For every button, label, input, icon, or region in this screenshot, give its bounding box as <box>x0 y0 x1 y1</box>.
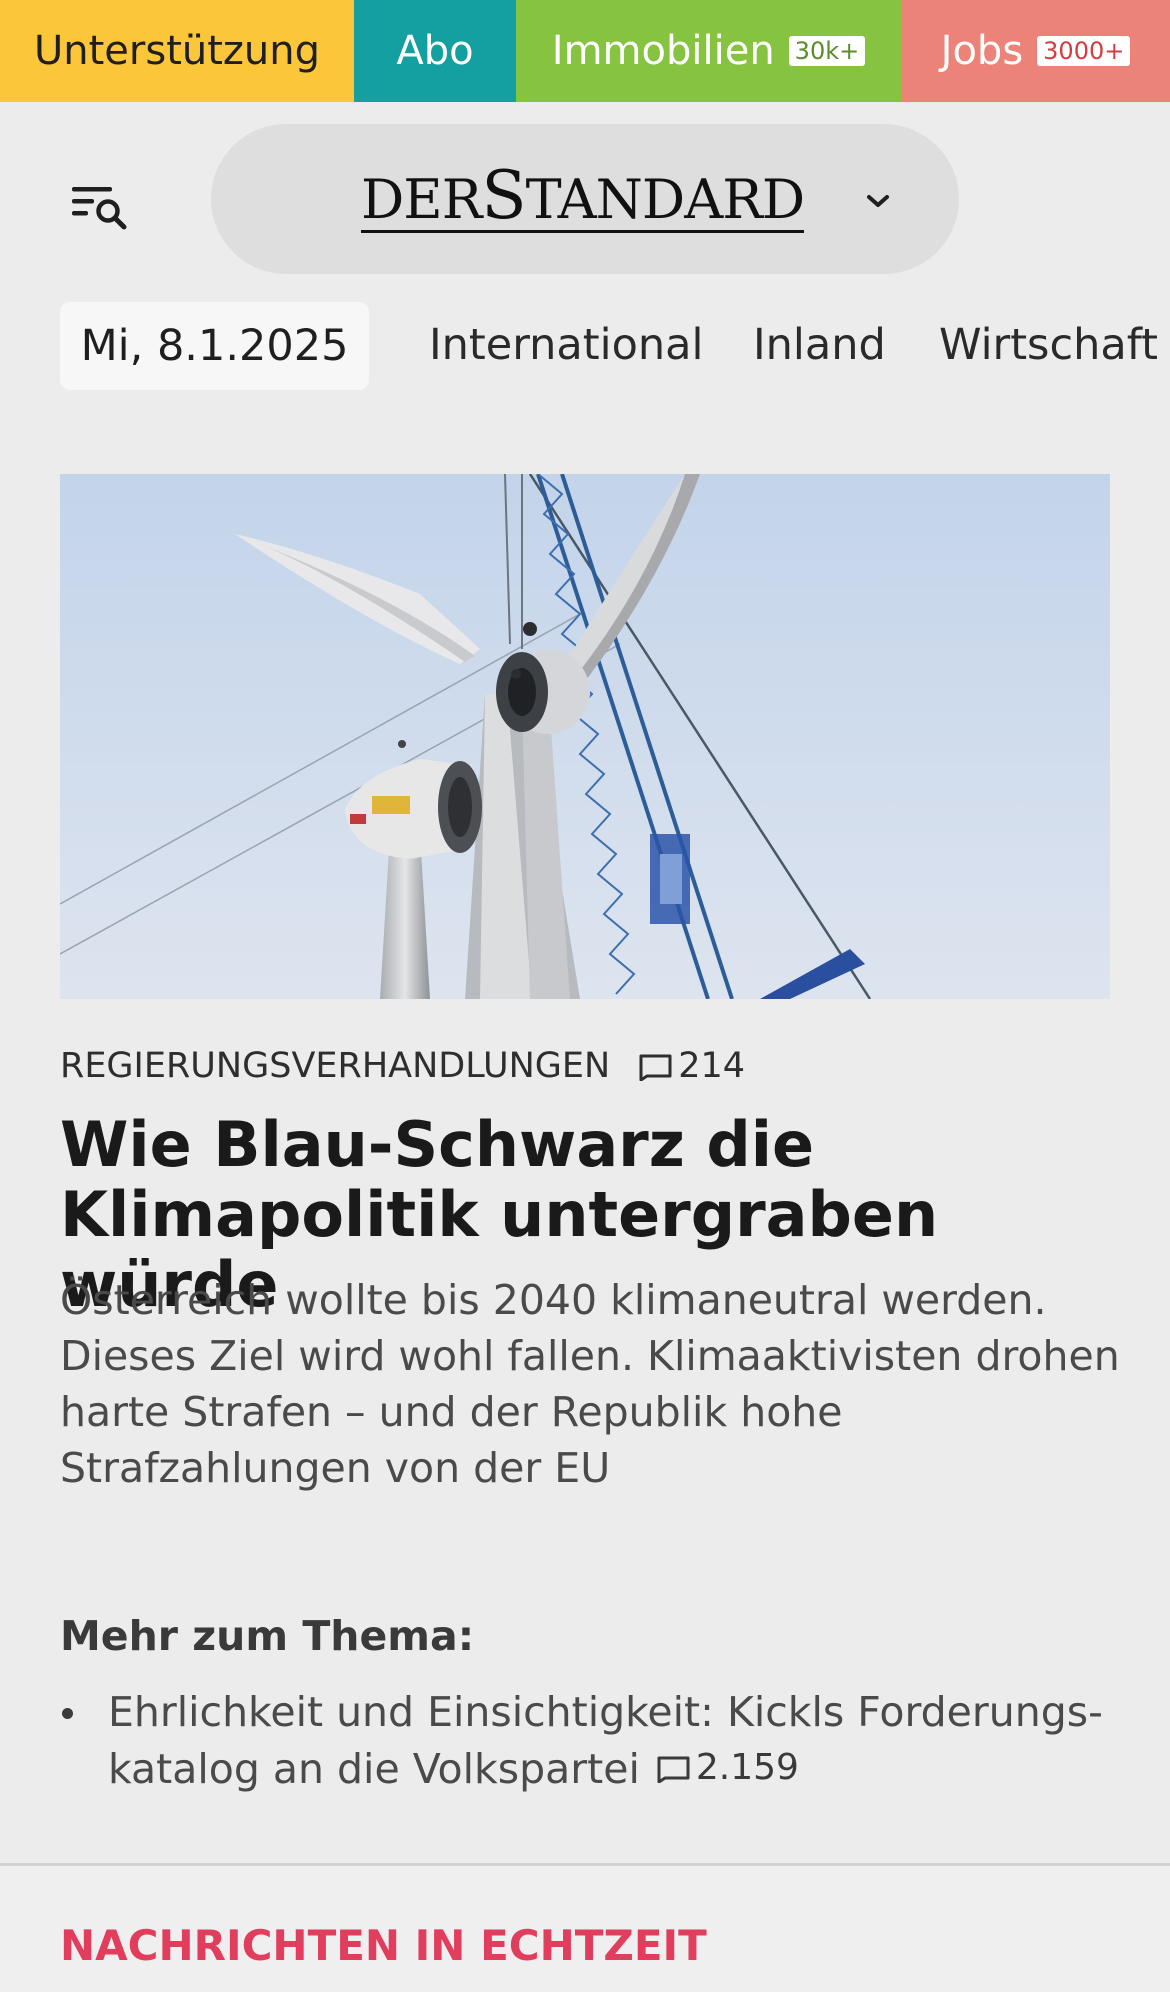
article-meta: REGIERUNGSVERHANDLUNGEN 214 <box>60 1046 745 1086</box>
article-teaser[interactable]: Österreich wollte bis 2040 klimaneutral … <box>60 1272 1130 1496</box>
abo-tab[interactable]: Abo <box>354 0 516 102</box>
section-navigation: Mi, 8.1.2025 International Inland Wirtsc… <box>0 300 1170 474</box>
immobilien-count-badge: 30k+ <box>788 36 866 66</box>
article-comment-count: 214 <box>678 1046 746 1086</box>
bullet-icon <box>62 1708 73 1719</box>
related-comment-count: 2.159 <box>695 1747 799 1788</box>
support-tab[interactable]: Unterstützung <box>0 0 354 102</box>
abo-tab-label: Abo <box>396 28 474 74</box>
article-comments-link[interactable]: 214 <box>636 1046 745 1086</box>
related-heading: Mehr zum Thema: <box>60 1612 475 1660</box>
jobs-count-badge: 3000+ <box>1037 36 1131 66</box>
logo-initial: S <box>481 157 526 234</box>
related-comments-link[interactable]: 2.159 <box>654 1740 799 1796</box>
top-navigation: Unterstützung Abo Immobilien 30k+ Jobs 3… <box>0 0 1170 102</box>
jobs-tab-label: Jobs <box>940 28 1024 74</box>
date-badge[interactable]: Mi, 8.1.2025 <box>60 302 369 390</box>
jobs-tab[interactable]: Jobs 3000+ <box>901 0 1170 102</box>
realtime-news-heading[interactable]: NACHRICHTEN IN ECHTZEIT <box>60 1921 707 1970</box>
immobilien-tab-label: Immobilien <box>551 28 775 74</box>
logo-dropdown-button[interactable]: DERSTANDARD <box>211 124 959 274</box>
comment-icon <box>639 1054 672 1081</box>
article-hero-image[interactable] <box>60 474 1110 999</box>
article-kicker[interactable]: REGIERUNGSVERHANDLUNGEN <box>60 1046 610 1086</box>
wind-turbine-photo <box>60 474 1110 999</box>
support-tab-label: Unterstützung <box>33 28 320 74</box>
derstandard-logo: DERSTANDARD <box>361 163 806 233</box>
comment-icon <box>657 1756 690 1783</box>
immobilien-tab[interactable]: Immobilien 30k+ <box>516 0 901 102</box>
related-item[interactable]: Ehrlichkeit und Einsichtigkeit: Kickls F… <box>60 1684 1110 1797</box>
related-item-title[interactable]: Ehrlichkeit und Einsichtigkeit: Kickls F… <box>108 1688 1103 1793</box>
section-inland[interactable]: Inland <box>753 320 886 370</box>
logo-prefix: DER <box>361 168 482 231</box>
section-wirtschaft[interactable]: Wirtschaft <box>939 320 1158 370</box>
menu-search-button[interactable] <box>66 172 138 242</box>
menu-search-icon <box>72 187 127 230</box>
section-international[interactable]: International <box>429 320 703 370</box>
related-list: Ehrlichkeit und Einsichtigkeit: Kickls F… <box>60 1684 1110 1797</box>
site-header: DERSTANDARD <box>0 102 1170 300</box>
chevron-down-icon <box>863 186 893 216</box>
logo-rest: TANDARD <box>525 168 806 231</box>
